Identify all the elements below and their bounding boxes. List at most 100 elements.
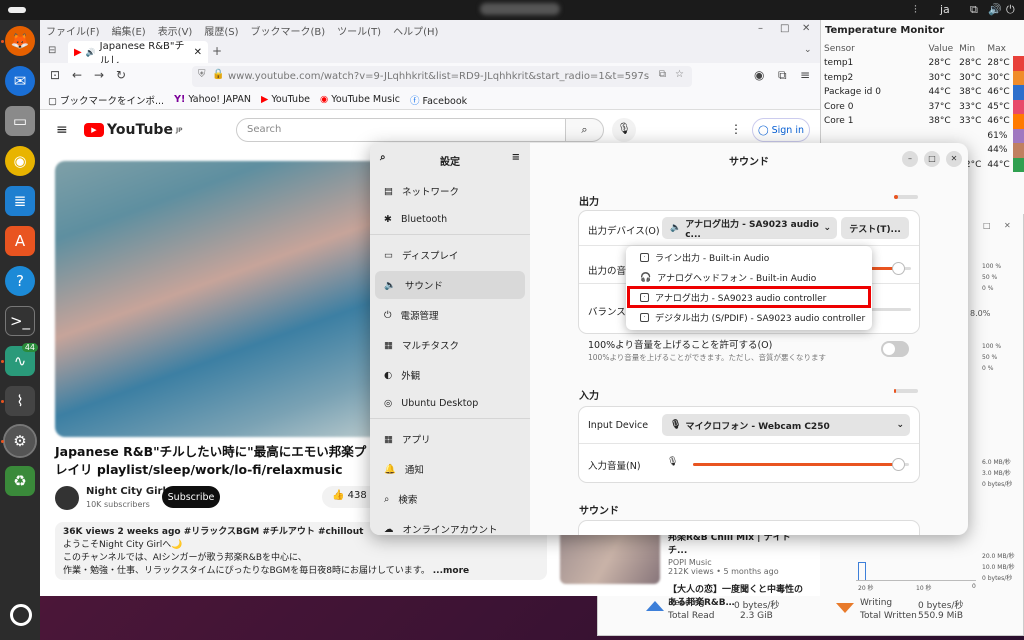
language-indicator[interactable]: ja bbox=[940, 3, 950, 16]
column-header[interactable]: Max bbox=[984, 42, 1012, 56]
maximize-icon[interactable]: □ bbox=[924, 151, 940, 167]
window-maximize-icon[interactable]: □ bbox=[983, 221, 991, 230]
dropdown-option-line-out[interactable]: · ライン出力 - Built-in Audio bbox=[626, 248, 872, 267]
sidebar-item-apps[interactable]: ▦ アプリ bbox=[375, 425, 525, 453]
power-icon[interactable]: ⏻ bbox=[1006, 3, 1015, 17]
menu-icon[interactable]: ≡ bbox=[512, 152, 520, 163]
show-apps-icon[interactable] bbox=[10, 604, 32, 626]
sidebar-item-bell[interactable]: 🔔 通知 bbox=[375, 455, 525, 483]
back-icon[interactable]: ← bbox=[72, 68, 82, 82]
sidebar-item-sound[interactable]: 🔈 サウンド bbox=[375, 271, 525, 299]
sidebar-item-cloud[interactable]: ☁ オンラインアカウント bbox=[375, 515, 525, 536]
sensor-color-swatch[interactable] bbox=[1012, 85, 1024, 100]
settings-icon[interactable]: ⚙ bbox=[3, 424, 37, 458]
subscribe-button[interactable]: Subscribe bbox=[162, 486, 220, 508]
clock[interactable] bbox=[480, 3, 560, 15]
forward-icon[interactable]: → bbox=[94, 68, 104, 82]
sensor-color-swatch[interactable] bbox=[1012, 70, 1024, 85]
maximize-icon[interactable]: □ bbox=[780, 23, 789, 34]
output-volume-knob[interactable] bbox=[891, 262, 905, 275]
sidebar-item-power[interactable]: ⏻ 電源管理 bbox=[375, 301, 525, 329]
terminal-icon[interactable]: >_ bbox=[5, 306, 35, 336]
minimize-icon[interactable]: – bbox=[902, 151, 918, 167]
lock-icon[interactable]: 🔒 bbox=[212, 69, 224, 80]
sensor-row[interactable]: Core 0 37°C 33°C 45°C bbox=[821, 99, 1024, 114]
column-header[interactable]: Min bbox=[956, 42, 984, 56]
picture-in-picture-icon[interactable]: ⧉ bbox=[659, 69, 666, 80]
sidebar-item-network[interactable]: ▤ ネットワーク bbox=[375, 177, 525, 205]
column-header[interactable]: Value bbox=[925, 42, 956, 56]
activities-button[interactable] bbox=[8, 7, 26, 13]
shield-icon[interactable]: ⛨ bbox=[198, 69, 206, 80]
trash-icon[interactable]: ♻ bbox=[5, 466, 35, 496]
sensor-indicator-icon[interactable]: ∿ 44 bbox=[5, 343, 38, 376]
close-icon[interactable]: ✕ bbox=[802, 23, 810, 34]
sidebar-icon[interactable]: ⊡ bbox=[50, 68, 60, 82]
tab-youtube[interactable]: ▶ 🔊 Japanese R&B"チルし ✕ bbox=[68, 41, 208, 67]
overamp-toggle[interactable] bbox=[881, 341, 909, 357]
search-button[interactable]: ⌕ bbox=[566, 118, 604, 142]
reload-icon[interactable]: ↻ bbox=[116, 68, 126, 82]
search-input[interactable]: Search bbox=[236, 118, 566, 142]
sensor-color-swatch[interactable] bbox=[1012, 56, 1024, 71]
extensions-icon[interactable]: ⧉ bbox=[778, 68, 787, 83]
bookmark-youtube[interactable]: ▶ YouTube bbox=[261, 94, 310, 105]
search-icon[interactable]: ⌕ bbox=[380, 152, 386, 163]
tab-close-icon[interactable]: ✕ bbox=[194, 47, 202, 58]
writer-icon[interactable]: ≣ bbox=[5, 186, 35, 216]
sensor-row[interactable]: temp2 30°C 30°C 30°C bbox=[821, 70, 1024, 85]
menu-file[interactable]: ファイル(F) bbox=[46, 23, 100, 38]
help-icon[interactable]: ? bbox=[5, 266, 35, 296]
dropdown-option-headphones[interactable]: 🎧 アナログヘッドフォン - Built-in Audio bbox=[626, 268, 872, 287]
bookmark-youtube-music[interactable]: ◉ YouTube Music bbox=[320, 94, 400, 105]
menu-tools[interactable]: ツール(T) bbox=[337, 23, 381, 38]
sign-in-button[interactable]: ◯ Sign in bbox=[752, 118, 810, 142]
app-center-icon[interactable]: A bbox=[5, 226, 35, 256]
system-monitor-icon[interactable]: ⌇ bbox=[5, 386, 35, 416]
youtube-logo[interactable]: ▶ YouTube JP bbox=[84, 122, 183, 138]
account-icon[interactable]: ◉ bbox=[754, 68, 764, 82]
new-tab-icon[interactable]: + bbox=[212, 44, 222, 58]
menu-icon[interactable]: ≡ bbox=[800, 68, 810, 82]
thunderbird-icon[interactable]: ✉ bbox=[5, 66, 35, 96]
sensor-color-swatch[interactable] bbox=[1012, 99, 1024, 114]
sensor-color-swatch[interactable] bbox=[1012, 114, 1024, 129]
rhythmbox-icon[interactable]: ◉ bbox=[5, 146, 35, 176]
rec-thumbnail[interactable] bbox=[560, 528, 660, 584]
test-button[interactable]: テスト(T)... bbox=[841, 217, 909, 239]
sensor-color-swatch[interactable] bbox=[1012, 143, 1024, 158]
sensor-color-swatch[interactable] bbox=[1012, 128, 1024, 143]
tab-list-icon[interactable]: ⊟ bbox=[48, 45, 56, 56]
url-bar[interactable]: ⛨ 🔒 www.youtube.com/watch?v=9-JLqhhkrit&… bbox=[192, 66, 692, 87]
close-icon[interactable]: ✕ bbox=[946, 151, 962, 167]
hamburger-menu-icon[interactable]: ≡ bbox=[56, 122, 68, 138]
channel-name[interactable]: Night City Girl bbox=[86, 486, 166, 497]
network-icon[interactable]: ⧉ bbox=[970, 3, 978, 17]
video-player[interactable] bbox=[55, 161, 380, 437]
sidebar-item-bluetooth[interactable]: ✱ Bluetooth bbox=[375, 205, 525, 233]
tab-overflow-icon[interactable]: ⌄ bbox=[804, 45, 812, 55]
dropdown-option-digital-sa9023[interactable]: · デジタル出力 (S/PDIF) - SA9023 audio controll… bbox=[626, 308, 872, 327]
recommended-video[interactable]: 邦楽R&B Chill Mix | ナイトチ... POPI Music 212… bbox=[560, 528, 803, 608]
sensor-row[interactable]: Core 1 38°C 33°C 46°C bbox=[821, 114, 1024, 129]
firefox-icon[interactable]: 🦊 bbox=[5, 26, 35, 56]
sensor-row[interactable]: 61% bbox=[821, 128, 1024, 143]
menu-bookmarks[interactable]: ブックマーク(B) bbox=[251, 23, 326, 38]
files-icon[interactable]: ▭ bbox=[5, 106, 35, 136]
sensor-row[interactable]: temp1 28°C 28°C 28°C bbox=[821, 56, 1024, 71]
voice-search-button[interactable]: 🎙 bbox=[612, 118, 636, 142]
menu-history[interactable]: 履歴(S) bbox=[204, 23, 238, 38]
bookmark-star-icon[interactable]: ☆ bbox=[675, 69, 684, 80]
sidebar-item-appearance[interactable]: ◐ 外観 bbox=[375, 361, 525, 389]
sidebar-item-multitask[interactable]: ▦ マルチタスク bbox=[375, 331, 525, 359]
channel-avatar[interactable] bbox=[55, 486, 79, 510]
rec-title[interactable]: 【大人の恋】一度聞くと中毒性のある邦楽R&B… bbox=[668, 582, 808, 608]
bookmark-yahoo[interactable]: Y! Yahoo! JAPAN bbox=[174, 94, 251, 105]
output-device-dropdown[interactable]: 🔈 アナログ出力 - SA9023 audio c... ⌄ bbox=[662, 217, 837, 240]
bookmark-facebook[interactable]: ⓕ Facebook bbox=[410, 93, 467, 107]
sensor-color-swatch[interactable] bbox=[1012, 157, 1024, 172]
menu-edit[interactable]: 編集(E) bbox=[112, 23, 146, 38]
sensor-row[interactable]: Package id 0 44°C 38°C 46°C bbox=[821, 85, 1024, 100]
minimize-icon[interactable]: – bbox=[758, 23, 763, 34]
column-header[interactable]: Sensor bbox=[821, 42, 925, 56]
